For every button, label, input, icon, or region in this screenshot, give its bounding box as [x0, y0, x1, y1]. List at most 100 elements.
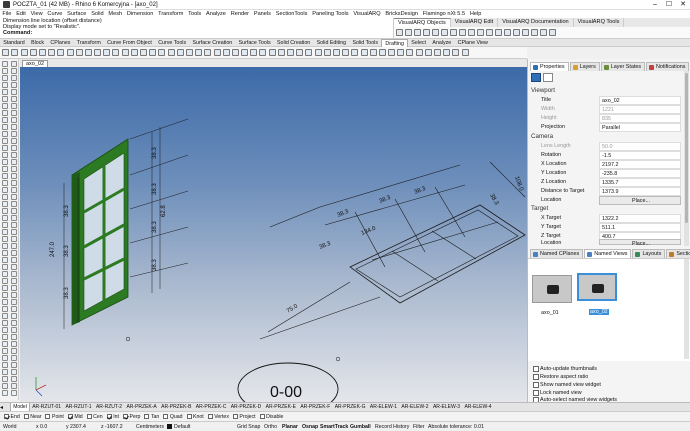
- left-tool-65-icon[interactable]: [10, 285, 17, 291]
- left-tool-70-icon[interactable]: [2, 306, 8, 312]
- status-osnap[interactable]: Osnap: [302, 424, 318, 430]
- viewport-properties-icon[interactable]: [531, 73, 541, 82]
- status-filter[interactable]: Filter: [413, 424, 425, 430]
- ungroup-icon[interactable]: [287, 49, 294, 56]
- camera-place-button[interactable]: Place...: [599, 196, 681, 205]
- named-views-scrollbar[interactable]: [684, 259, 689, 359]
- left-tool-55-icon[interactable]: [10, 250, 17, 256]
- radius-dimension-icon[interactable]: [38, 49, 46, 56]
- group-icon[interactable]: [277, 49, 285, 56]
- railing-icon[interactable]: [468, 29, 475, 36]
- left-tool-53-icon[interactable]: [10, 243, 17, 249]
- left-tool-74-icon[interactable]: [2, 320, 8, 326]
- left-tool-22-icon[interactable]: [2, 138, 8, 144]
- left-tool-41-icon[interactable]: [10, 201, 17, 207]
- left-tool-0-icon[interactable]: [2, 61, 8, 67]
- left-tool-47-icon[interactable]: [10, 222, 17, 228]
- status-cplane[interactable]: World: [3, 424, 16, 430]
- tab-layout[interactable]: AR-PRZEK-F: [298, 403, 332, 411]
- left-tool-51-icon[interactable]: [10, 236, 17, 242]
- layout-scroll-left-icon[interactable]: ◂: [0, 404, 10, 411]
- offset-icon[interactable]: [222, 49, 230, 56]
- left-tool-16-icon[interactable]: [2, 117, 8, 123]
- undo-icon[interactable]: [342, 49, 350, 56]
- command-area[interactable]: Dimension line location (offset distance…: [0, 18, 394, 38]
- left-tool-72-icon[interactable]: [2, 313, 8, 319]
- option-show-named-view-widget[interactable]: Show named view widget: [533, 382, 601, 388]
- tab-visualarq-objects[interactable]: VisualARQ Objects: [394, 18, 451, 27]
- save-icon[interactable]: [332, 49, 340, 56]
- snap-icon[interactable]: [461, 49, 469, 56]
- point-icon-icon[interactable]: [149, 49, 157, 56]
- pan-icon[interactable]: [369, 49, 377, 56]
- left-tool-19-icon[interactable]: [10, 124, 17, 130]
- tab-layout[interactable]: AR-RZUT-01: [30, 403, 63, 411]
- left-tool-54-icon[interactable]: [2, 250, 8, 256]
- left-tool-36-icon[interactable]: [2, 187, 8, 193]
- circle-icon[interactable]: [195, 49, 203, 56]
- tab-standard[interactable]: Standard: [0, 39, 28, 47]
- unlock-icon[interactable]: [434, 49, 441, 56]
- left-tool-3-icon[interactable]: [10, 68, 17, 74]
- status-layer[interactable]: Default: [174, 424, 190, 430]
- tab-solid-tools[interactable]: Solid Tools: [349, 39, 381, 47]
- left-tool-79-icon[interactable]: [10, 334, 17, 340]
- left-tool-44-icon[interactable]: [2, 215, 8, 221]
- close-button[interactable]: ✕: [676, 0, 690, 10]
- stair-icon[interactable]: [459, 29, 466, 36]
- left-tool-82-icon[interactable]: [2, 348, 8, 354]
- left-tool-31-icon[interactable]: [10, 166, 17, 172]
- option-lock-named-view[interactable]: Lock named view: [533, 390, 582, 396]
- osnap-vertex[interactable]: Vertex: [207, 414, 229, 420]
- tab-select[interactable]: Select: [408, 39, 429, 47]
- left-tool-4-icon[interactable]: [2, 75, 8, 81]
- maximize-button[interactable]: ☐: [662, 0, 676, 10]
- status-ortho[interactable]: Ortho: [264, 424, 277, 430]
- tab-solid-editing[interactable]: Solid Editing: [313, 39, 349, 47]
- left-tool-90-icon[interactable]: [2, 376, 8, 382]
- osnap-icon[interactable]: [452, 49, 460, 56]
- left-tool-25-icon[interactable]: [10, 145, 17, 151]
- annotation-style-icon[interactable]: [130, 49, 138, 56]
- status-record-history[interactable]: Record History: [375, 424, 409, 430]
- left-tool-46-icon[interactable]: [2, 222, 8, 228]
- left-tool-15-icon[interactable]: [10, 110, 17, 116]
- status-grid-snap[interactable]: Grid Snap: [237, 424, 260, 430]
- checkbox[interactable]: [533, 390, 539, 396]
- osnap-checkbox[interactable]: [186, 414, 192, 419]
- menu-sectiontools[interactable]: SectionTools: [276, 11, 308, 17]
- left-tool-73-icon[interactable]: [10, 313, 17, 319]
- left-tool-45-icon[interactable]: [10, 215, 17, 221]
- hatch-icon[interactable]: [94, 49, 102, 56]
- named-view-thumbnail-axo-01[interactable]: [532, 275, 572, 303]
- left-tool-2-icon[interactable]: [2, 68, 8, 74]
- left-tool-5-icon[interactable]: [10, 75, 17, 81]
- left-tool-42-icon[interactable]: [2, 208, 8, 214]
- osnap-checkbox[interactable]: [45, 414, 51, 419]
- ordinate-dimension-icon[interactable]: [57, 49, 65, 56]
- osnap-checkbox[interactable]: [106, 414, 112, 419]
- osnap-checkbox[interactable]: [232, 414, 238, 419]
- left-tool-81-icon[interactable]: [10, 341, 17, 347]
- osnap-checkbox[interactable]: [122, 414, 128, 419]
- left-tool-21-icon[interactable]: [10, 131, 17, 137]
- menu-flamingo[interactable]: Flamingo nXt 5.5: [423, 11, 465, 17]
- osnap-int[interactable]: Int: [106, 414, 119, 420]
- plan-view-icon[interactable]: [540, 29, 547, 36]
- slab-icon[interactable]: [477, 29, 484, 36]
- left-tool-34-icon[interactable]: [2, 180, 8, 186]
- arrow-icon[interactable]: [158, 49, 166, 56]
- curtain-wall-icon[interactable]: [405, 29, 412, 36]
- osnap-cen[interactable]: Cen: [86, 414, 103, 420]
- left-tool-8-icon[interactable]: [2, 89, 8, 95]
- left-tool-80-icon[interactable]: [2, 341, 8, 347]
- window-object[interactable]: [71, 138, 129, 326]
- tab-named-cplanes[interactable]: Named CPlanes: [530, 249, 584, 258]
- left-tool-78-icon[interactable]: [2, 334, 8, 340]
- left-tool-48-icon[interactable]: [2, 229, 8, 235]
- layout-icon[interactable]: [296, 49, 304, 56]
- osnap-checkbox[interactable]: [4, 414, 9, 419]
- curve-icon[interactable]: [185, 49, 193, 56]
- rotated-dimension-icon[interactable]: [20, 49, 28, 56]
- checkbox[interactable]: [533, 374, 539, 380]
